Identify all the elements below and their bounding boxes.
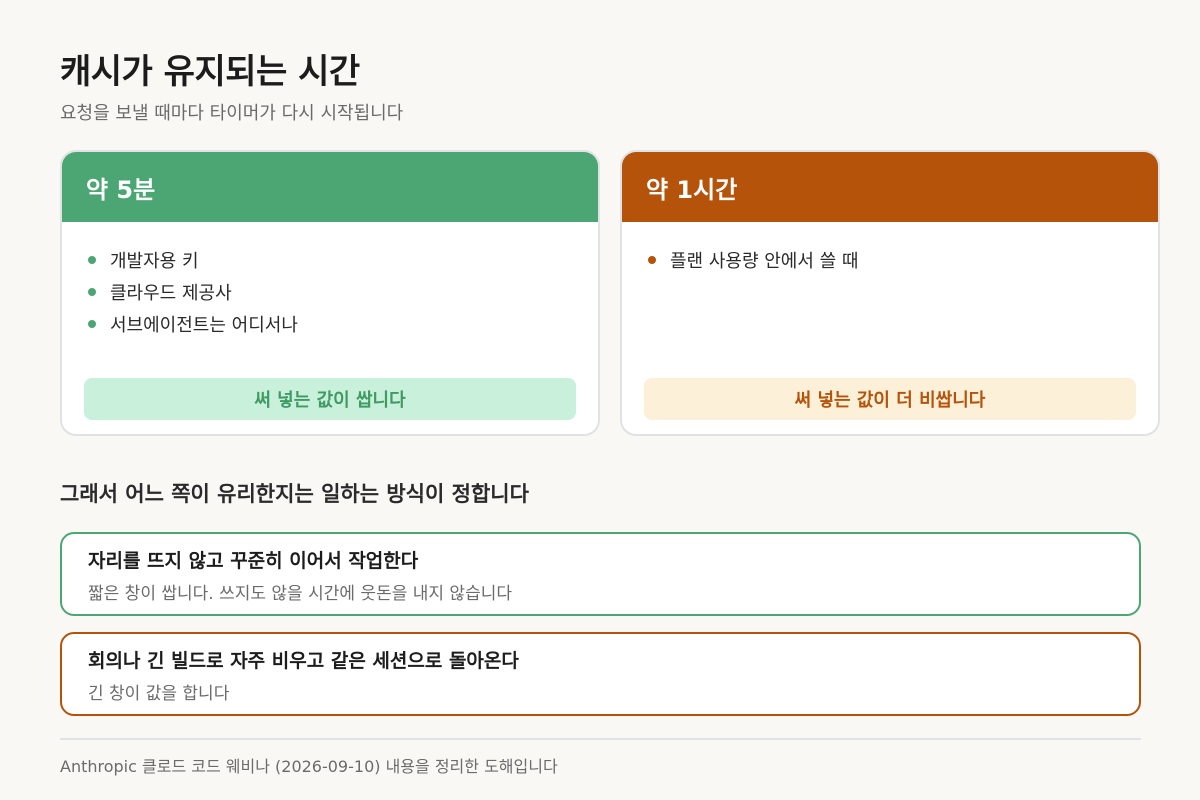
list-item: 클라우드 제공사 (86, 276, 598, 308)
card-list: 개발자용 키 클라우드 제공사 서브에이전트는 어디서나 (62, 222, 598, 340)
bullet-dot-icon (88, 320, 96, 328)
list-item: 서브에이전트는 어디서나 (86, 308, 598, 340)
diagram-page: 캐시가 유지되는 시간 요청을 보낼 때마다 타이머가 다시 시작됩니다 약 5… (0, 0, 1200, 800)
page-title: 캐시가 유지되는 시간 (60, 52, 360, 92)
list-item-label: 플랜 사용량 안에서 쓸 때 (670, 251, 859, 272)
price-badge: 써 넣는 값이 더 비쌉니다 (644, 378, 1136, 420)
footer-divider (60, 738, 1141, 740)
card-heading: 약 5분 (62, 152, 598, 222)
option-long-window: 회의나 긴 빌드로 자주 비우고 같은 세션으로 돌아온다 긴 창이 값을 합니… (60, 632, 1141, 716)
bullet-dot-icon (648, 256, 656, 264)
price-badge: 써 넣는 값이 쌉니다 (84, 378, 576, 420)
list-item: 플랜 사용량 안에서 쓸 때 (646, 244, 1158, 276)
option-short-window: 자리를 뜨지 않고 꾸준히 이어서 작업한다 짧은 창이 쌉니다. 쓰지도 않을… (60, 532, 1141, 616)
list-item-label: 개발자용 키 (110, 251, 199, 272)
bullet-dot-icon (88, 256, 96, 264)
option-description: 짧은 창이 쌉니다. 쓰지도 않을 시간에 웃돈을 내지 않습니다 (88, 584, 512, 604)
bullet-dot-icon (88, 288, 96, 296)
option-title: 회의나 긴 빌드로 자주 비우고 같은 세션으로 돌아온다 (88, 650, 519, 672)
page-subtitle: 요청을 보낼 때마다 타이머가 다시 시작됩니다 (60, 103, 404, 124)
card-five-minutes: 약 5분 개발자용 키 클라우드 제공사 서브에이전트는 어디서나 써 넣는 값… (60, 150, 600, 436)
card-heading: 약 1시간 (622, 152, 1158, 222)
list-item: 개발자용 키 (86, 244, 598, 276)
option-description: 긴 창이 값을 합니다 (88, 684, 230, 704)
list-item-label: 클라우드 제공사 (110, 283, 232, 304)
list-item-label: 서브에이전트는 어디서나 (110, 315, 298, 336)
option-title: 자리를 뜨지 않고 꾸준히 이어서 작업한다 (88, 550, 419, 572)
footer-note: Anthropic 클로드 코드 웨비나 (2026-09-10) 내용을 정리… (60, 757, 558, 776)
card-list: 플랜 사용량 안에서 쓸 때 (622, 222, 1158, 276)
card-one-hour: 약 1시간 플랜 사용량 안에서 쓸 때 써 넣는 값이 더 비쌉니다 (620, 150, 1160, 436)
section-heading: 그래서 어느 쪽이 유리한지는 일하는 방식이 정합니다 (60, 482, 529, 506)
